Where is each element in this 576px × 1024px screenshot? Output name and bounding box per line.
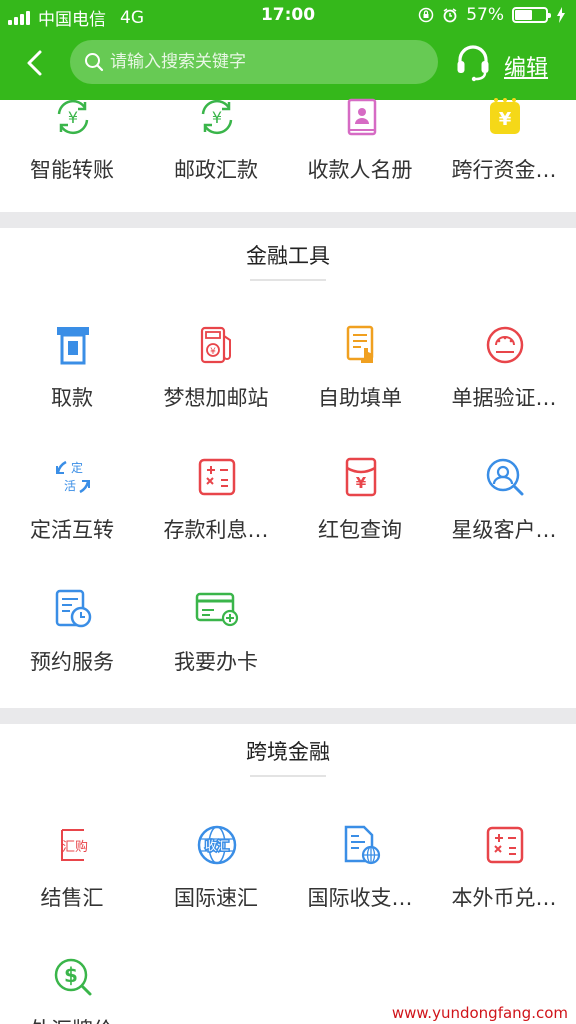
svg-text:¥: ¥ — [210, 347, 216, 357]
deposit-interest-icon — [198, 458, 236, 496]
grid-item-fx-rate[interactable]: $ 外汇牌价 — [0, 956, 144, 1024]
grid-item-deposit-interest[interactable]: 存款利息… — [144, 456, 288, 566]
grid-item-apply-card[interactable]: 我要办卡 — [144, 588, 288, 698]
grid-item-intl-payments[interactable]: 国际收支… — [288, 824, 432, 934]
svg-text:¥: ¥ — [212, 108, 222, 127]
edit-link[interactable]: 编辑 — [504, 50, 548, 82]
apply-card-icon — [195, 592, 239, 627]
grid-item-atm-withdraw[interactable]: 取款 — [0, 324, 144, 434]
grid-item-postal-remittance[interactable]: ¥ 邮政汇款 — [144, 96, 288, 206]
svg-text:¥: ¥ — [499, 109, 512, 130]
appointment-icon — [55, 589, 92, 628]
svg-text:¥: ¥ — [68, 108, 78, 127]
section-title-underline — [250, 775, 326, 777]
smart-transfer-icon: ¥ — [57, 99, 89, 135]
status-right: 57% — [418, 5, 566, 25]
battery-percent: 57% — [466, 5, 504, 25]
grid-item-document-verify[interactable]: 单据验证… — [432, 324, 576, 434]
svg-text:活: 活 — [64, 479, 76, 493]
grid-item-label: 红包查询 — [318, 518, 402, 542]
grid-item-fixed-current-swap[interactable]: 定活 定活互转 — [0, 456, 144, 566]
grid-item-label: 跨行资金… — [451, 158, 557, 182]
fixed-current-swap-icon: 定活 — [56, 460, 90, 494]
cross-border-section: 跨境金融 汇购 结售汇 收汇 国际速汇 国际收支… 本外币兑… $ 外汇牌价 — [0, 724, 576, 1024]
grid-item-label: 定活互转 — [30, 518, 114, 542]
grid-item-fx-settlement[interactable]: 汇购 结售汇 — [0, 824, 144, 934]
fx-settlement-icon: 汇购 — [61, 829, 88, 861]
atm-withdraw-icon — [57, 327, 89, 365]
grid-item-label: 结售汇 — [40, 886, 104, 910]
red-packet-icon: ¥ — [345, 457, 377, 497]
payee-book-icon — [347, 98, 377, 136]
finance-tools-section: 金融工具 取款 ¥ 梦想加邮站 自助填单 单据验证… 定活 定活互转 存款利息…… — [0, 228, 576, 708]
grid-item-label: 智能转账 — [30, 158, 114, 182]
grid-item-smart-transfer[interactable]: ¥ 智能转账 — [0, 96, 144, 206]
grid-item-label: 自助填单 — [318, 386, 402, 410]
svg-text:定: 定 — [71, 460, 83, 475]
battery-level — [515, 10, 533, 20]
grid-item-red-packet[interactable]: ¥ 红包查询 — [288, 456, 432, 566]
grid-item-payee-book[interactable]: 收款人名册 — [288, 96, 432, 206]
svg-text:¥: ¥ — [356, 474, 367, 492]
grid-item-dream-station[interactable]: ¥ 梦想加邮站 — [144, 324, 288, 434]
search-bar[interactable] — [70, 40, 438, 84]
grid-item-label: 存款利息… — [163, 518, 269, 542]
charging-icon — [557, 7, 565, 23]
document-verify-icon — [486, 326, 524, 364]
grid-item-label: 收款人名册 — [307, 158, 413, 182]
star-customer-icon — [486, 458, 524, 496]
dream-station-icon: ¥ — [200, 326, 231, 364]
interbank-funds-icon: ¥ — [490, 98, 520, 134]
grid-item-currency-exchange[interactable]: 本外币兑… — [432, 824, 576, 934]
self-fill-form-icon — [346, 325, 374, 363]
grid-item-label: 邮政汇款 — [174, 158, 258, 182]
grid-item-label: 我要办卡 — [174, 650, 258, 674]
app-header: 中国电信 4G 17:00 57% 编辑 — [0, 0, 576, 100]
grid-item-label: 梦想加邮站 — [163, 386, 269, 410]
watermark: www.yundongfang.com — [391, 1004, 568, 1022]
intl-express-icon-text: 收汇 — [205, 839, 229, 853]
grid-item-label: 单据验证… — [451, 386, 557, 410]
grid-item-label: 预约服务 — [30, 650, 114, 674]
intl-payments-icon — [344, 825, 381, 865]
grid-item-label: 国际收支… — [307, 886, 413, 910]
fx-rate-icon: $ — [54, 958, 92, 996]
alarm-icon — [443, 8, 457, 23]
grid-item-interbank-funds[interactable]: ¥ 跨行资金… — [432, 96, 576, 206]
section-title: 跨境金融 — [246, 740, 330, 764]
grid-item-label: 本外币兑… — [451, 886, 557, 910]
nav-bar: 编辑 — [0, 36, 576, 92]
status-bar: 中国电信 4G 17:00 57% — [0, 0, 576, 32]
section-title-underline — [250, 279, 326, 281]
transfer-section: ¥ 智能转账 ¥ 邮政汇款 收款人名册 ¥ 跨行资金… — [0, 98, 576, 212]
battery-icon — [512, 7, 551, 23]
grid-item-label: 星级客户… — [451, 518, 557, 542]
search-icon — [85, 53, 104, 72]
orientation-lock-icon — [418, 7, 434, 23]
customer-service-headset-icon[interactable] — [456, 44, 490, 82]
svg-text:$: $ — [64, 963, 78, 987]
grid-item-label: 国际速汇 — [174, 886, 258, 910]
grid-item-star-customer[interactable]: 星级客户… — [432, 456, 576, 566]
search-input[interactable] — [110, 52, 410, 72]
back-arrow-icon[interactable] — [20, 48, 50, 78]
grid-item-appointment[interactable]: 预约服务 — [0, 588, 144, 698]
section-title: 金融工具 — [246, 244, 330, 268]
currency-exchange-icon — [486, 826, 524, 864]
postal-remittance-icon: ¥ — [201, 99, 233, 135]
intl-express-icon: 收汇 — [197, 825, 237, 865]
grid-item-label: 取款 — [51, 386, 93, 410]
fx-settlement-icon-text: 汇购 — [62, 839, 88, 855]
grid-item-intl-express[interactable]: 收汇 国际速汇 — [144, 824, 288, 934]
grid-item-self-fill-form[interactable]: 自助填单 — [288, 324, 432, 434]
grid-item-label: 外汇牌价 — [0, 1014, 144, 1024]
